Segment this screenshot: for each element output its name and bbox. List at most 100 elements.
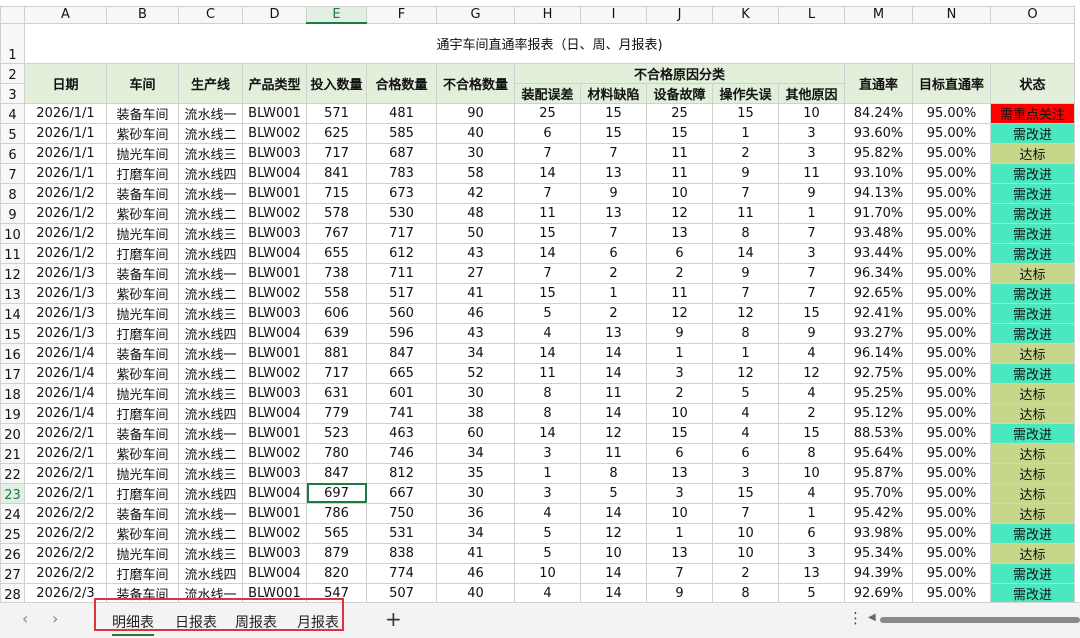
- cell-workshop[interactable]: 装备车间: [106, 502, 179, 524]
- cell-reason-other[interactable]: 13: [778, 562, 845, 584]
- cell-reason-material[interactable]: 6: [580, 242, 647, 264]
- cell-fpy[interactable]: 95.70%: [844, 482, 913, 504]
- cell-reason-assembly[interactable]: 14: [514, 242, 581, 264]
- cell-target-fpy[interactable]: 95.00%: [912, 102, 991, 124]
- cell-fpy[interactable]: 93.44%: [844, 242, 913, 264]
- cell-input-qty[interactable]: 523: [306, 422, 367, 444]
- cell-date[interactable]: 2026/1/1: [24, 122, 107, 144]
- cell-pass-qty[interactable]: 673: [366, 182, 437, 204]
- cell-pass-qty[interactable]: 667: [366, 482, 437, 504]
- row-header-12[interactable]: 12: [0, 262, 25, 284]
- cell-status[interactable]: 达标: [990, 342, 1075, 364]
- cell-target-fpy[interactable]: 95.00%: [912, 222, 991, 244]
- cell-input-qty[interactable]: 697: [306, 482, 367, 504]
- cell-line[interactable]: 流水线四: [178, 482, 243, 504]
- cell-reason-equipment[interactable]: 9: [646, 322, 713, 344]
- cell-workshop[interactable]: 紫砂车间: [106, 522, 179, 544]
- cell-fail-qty[interactable]: 41: [436, 542, 515, 564]
- cell-reason-equipment[interactable]: 2: [646, 382, 713, 404]
- row-header-13[interactable]: 13: [0, 282, 25, 304]
- cell-product[interactable]: BLW001: [242, 182, 307, 204]
- cell-reason-equipment[interactable]: 3: [646, 482, 713, 504]
- cell-target-fpy[interactable]: 95.00%: [912, 462, 991, 484]
- cell-input-qty[interactable]: 717: [306, 142, 367, 164]
- cell-date[interactable]: 2026/1/3: [24, 262, 107, 284]
- cell-fpy[interactable]: 96.34%: [844, 262, 913, 284]
- cell-reason-material[interactable]: 2: [580, 262, 647, 284]
- cell-workshop[interactable]: 装备车间: [106, 422, 179, 444]
- cell-workshop[interactable]: 抛光车间: [106, 222, 179, 244]
- cell-fpy[interactable]: 84.24%: [844, 102, 913, 124]
- cell-product[interactable]: BLW002: [242, 522, 307, 544]
- cell-reason-assembly[interactable]: 3: [514, 442, 581, 464]
- row-header-7[interactable]: 7: [0, 162, 25, 184]
- cell-fpy[interactable]: 92.41%: [844, 302, 913, 324]
- cell-target-fpy[interactable]: 95.00%: [912, 482, 991, 504]
- cell-pass-qty[interactable]: 847: [366, 342, 437, 364]
- horizontal-scrollbar[interactable]: ◀: [868, 612, 1080, 625]
- row-header-28[interactable]: 28: [0, 582, 25, 602]
- cell-target-fpy[interactable]: 95.00%: [912, 342, 991, 364]
- cell-workshop[interactable]: 装备车间: [106, 262, 179, 284]
- column-header-E[interactable]: E: [306, 6, 367, 24]
- cell-target-fpy[interactable]: 95.00%: [912, 162, 991, 184]
- cell-reason-assembly[interactable]: 11: [514, 202, 581, 224]
- cell-input-qty[interactable]: 571: [306, 102, 367, 124]
- cell-target-fpy[interactable]: 95.00%: [912, 422, 991, 444]
- cell-fail-qty[interactable]: 34: [436, 342, 515, 364]
- cell-reason-material[interactable]: 14: [580, 582, 647, 602]
- cell-reason-other[interactable]: 11: [778, 162, 845, 184]
- cell-reason-assembly[interactable]: 7: [514, 142, 581, 164]
- cell-pass-qty[interactable]: 750: [366, 502, 437, 524]
- column-header-L[interactable]: L: [778, 6, 845, 24]
- row-header-5[interactable]: 5: [0, 122, 25, 144]
- row-header-26[interactable]: 26: [0, 542, 25, 564]
- more-options-icon[interactable]: ⋮: [848, 609, 863, 627]
- cell-pass-qty[interactable]: 463: [366, 422, 437, 444]
- cell-target-fpy[interactable]: 95.00%: [912, 442, 991, 464]
- cell-reason-other[interactable]: 12: [778, 362, 845, 384]
- cell-reason-assembly[interactable]: 14: [514, 162, 581, 184]
- cell-date[interactable]: 2026/2/1: [24, 462, 107, 484]
- cell-input-qty[interactable]: 717: [306, 362, 367, 384]
- column-header-B[interactable]: B: [106, 6, 179, 24]
- cell-product[interactable]: BLW001: [242, 422, 307, 444]
- cell-pass-qty[interactable]: 741: [366, 402, 437, 424]
- cell-fail-qty[interactable]: 46: [436, 562, 515, 584]
- cell-reason-material[interactable]: 14: [580, 402, 647, 424]
- cell-status[interactable]: 需重点关注: [990, 102, 1075, 124]
- cell-reason-other[interactable]: 3: [778, 542, 845, 564]
- cell-reason-equipment[interactable]: 11: [646, 162, 713, 184]
- cell-reason-equipment[interactable]: 9: [646, 582, 713, 602]
- cell-fpy[interactable]: 96.14%: [844, 342, 913, 364]
- cell-date[interactable]: 2026/2/2: [24, 562, 107, 584]
- cell-status[interactable]: 需改进: [990, 562, 1075, 584]
- cell-line[interactable]: 流水线二: [178, 522, 243, 544]
- cell-reason-material[interactable]: 11: [580, 382, 647, 404]
- cell-target-fpy[interactable]: 95.00%: [912, 142, 991, 164]
- cell-date[interactable]: 2026/2/1: [24, 482, 107, 504]
- cell-input-qty[interactable]: 786: [306, 502, 367, 524]
- cell-reason-equipment[interactable]: 10: [646, 402, 713, 424]
- cell-date[interactable]: 2026/1/2: [24, 242, 107, 264]
- cell-product[interactable]: BLW003: [242, 142, 307, 164]
- cell-target-fpy[interactable]: 95.00%: [912, 382, 991, 404]
- cell-reason-other[interactable]: 4: [778, 482, 845, 504]
- cell-line[interactable]: 流水线三: [178, 462, 243, 484]
- cell-target-fpy[interactable]: 95.00%: [912, 202, 991, 224]
- cell-reason-other[interactable]: 5: [778, 582, 845, 602]
- cell-workshop[interactable]: 紫砂车间: [106, 122, 179, 144]
- cell-pass-qty[interactable]: 717: [366, 222, 437, 244]
- cell-pass-qty[interactable]: 665: [366, 362, 437, 384]
- cell-reason-operation[interactable]: 8: [712, 222, 779, 244]
- cell-reason-other[interactable]: 15: [778, 302, 845, 324]
- column-header-D[interactable]: D: [242, 6, 307, 24]
- cell-fpy[interactable]: 93.48%: [844, 222, 913, 244]
- cell-fail-qty[interactable]: 58: [436, 162, 515, 184]
- cell-product[interactable]: BLW004: [242, 402, 307, 424]
- cell-pass-qty[interactable]: 774: [366, 562, 437, 584]
- cell-reason-operation[interactable]: 8: [712, 322, 779, 344]
- cell-line[interactable]: 流水线二: [178, 122, 243, 144]
- cell-reason-other[interactable]: 7: [778, 282, 845, 304]
- cell-status[interactable]: 达标: [990, 382, 1075, 404]
